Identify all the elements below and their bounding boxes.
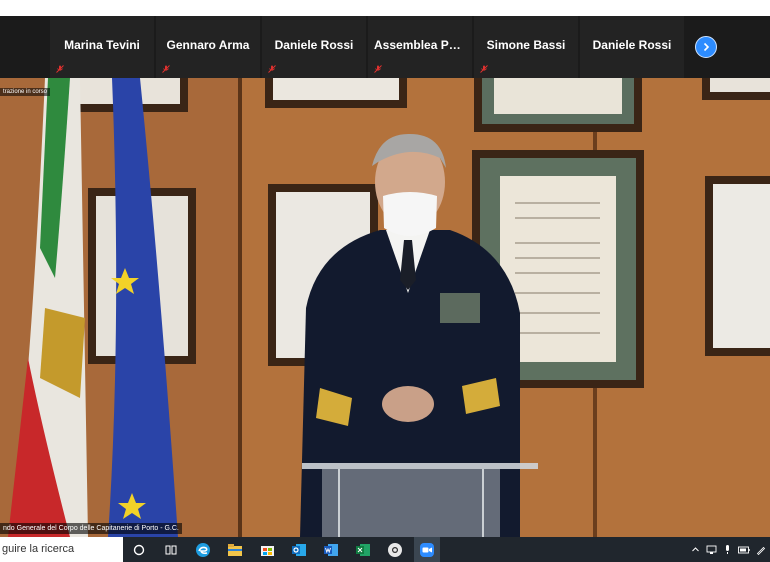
participant-name: Daniele Rossi	[274, 38, 354, 52]
mic-icon[interactable]	[723, 544, 732, 555]
participant-tile[interactable]: Simone Bassi	[474, 16, 578, 78]
taskbar: guire la ricerca	[0, 537, 770, 562]
outlook-icon[interactable]	[286, 537, 312, 562]
next-participants-button[interactable]	[695, 36, 717, 58]
cortana-icon[interactable]	[126, 537, 152, 562]
speaker-caption: ndo Generale del Corpo delle Capitanerie…	[0, 523, 182, 534]
muted-mic-icon	[162, 65, 170, 73]
top-strip	[0, 0, 770, 16]
muted-mic-icon	[56, 65, 64, 73]
recording-label: trazione in corso	[0, 88, 51, 96]
participant-name: Assemblea Pub...	[374, 38, 472, 52]
chevron-up-icon[interactable]	[691, 545, 700, 554]
muted-mic-icon	[268, 65, 276, 73]
active-speaker-video	[0, 78, 770, 537]
zoom-icon[interactable]	[414, 537, 440, 562]
battery-icon[interactable]	[738, 546, 750, 554]
pen-icon[interactable]	[756, 545, 766, 555]
participant-tile[interactable]: Gennaro Arma	[156, 16, 260, 78]
task-view-icon[interactable]	[158, 537, 184, 562]
chrome-icon[interactable]	[382, 537, 408, 562]
file-explorer-icon[interactable]	[222, 537, 248, 562]
participant-name: Simone Bassi	[486, 38, 566, 52]
excel-icon[interactable]	[350, 537, 376, 562]
store-icon[interactable]	[254, 537, 280, 562]
edge-icon[interactable]	[190, 537, 216, 562]
muted-mic-icon	[480, 65, 488, 73]
muted-mic-icon	[374, 65, 382, 73]
participant-tile[interactable]: Marina Tevini	[50, 16, 154, 78]
participant-tile[interactable]: Daniele Rossi	[262, 16, 366, 78]
video-frame	[0, 78, 770, 537]
chevron-right-icon	[703, 42, 710, 52]
participant-tile[interactable]: Daniele Rossi	[580, 16, 684, 78]
word-icon[interactable]	[318, 537, 344, 562]
participant-tile[interactable]: Assemblea Pub...	[368, 16, 472, 78]
participant-name: Gennaro Arma	[166, 38, 250, 52]
system-tray	[691, 537, 766, 562]
search-input[interactable]: guire la ricerca	[0, 537, 123, 562]
participants-bar: Marina Tevini Gennaro Arma Daniele Rossi…	[0, 16, 770, 78]
network-icon[interactable]	[706, 544, 717, 555]
participant-name: Daniele Rossi	[592, 38, 672, 52]
participant-name: Marina Tevini	[64, 38, 140, 52]
